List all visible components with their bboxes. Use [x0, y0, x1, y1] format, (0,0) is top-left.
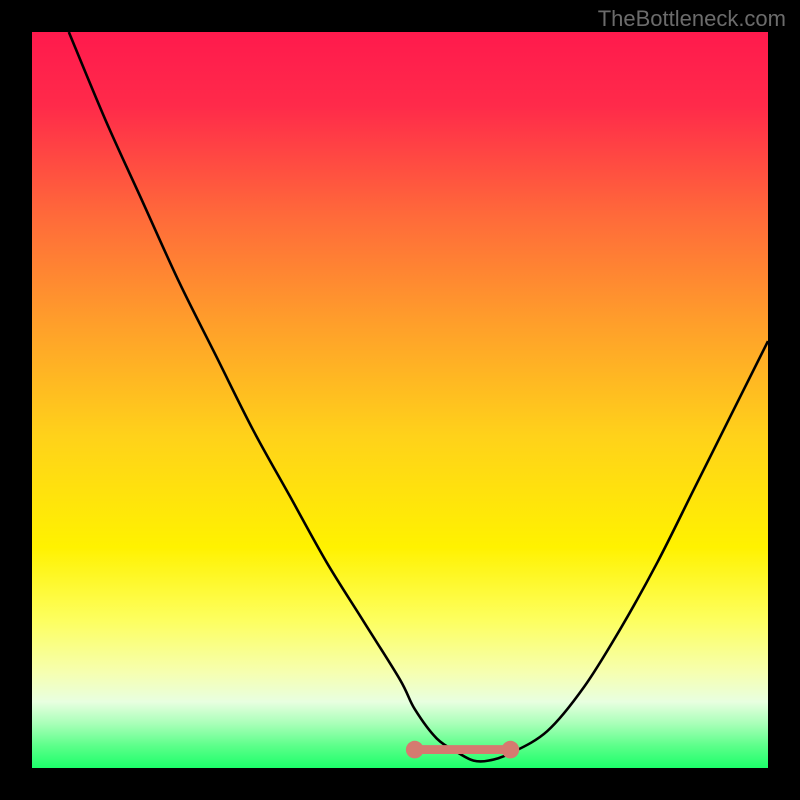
- plot-area: [32, 32, 768, 768]
- bottleneck-curve: [69, 32, 768, 762]
- watermark-text: TheBottleneck.com: [598, 6, 786, 32]
- curve-layer: [32, 32, 768, 768]
